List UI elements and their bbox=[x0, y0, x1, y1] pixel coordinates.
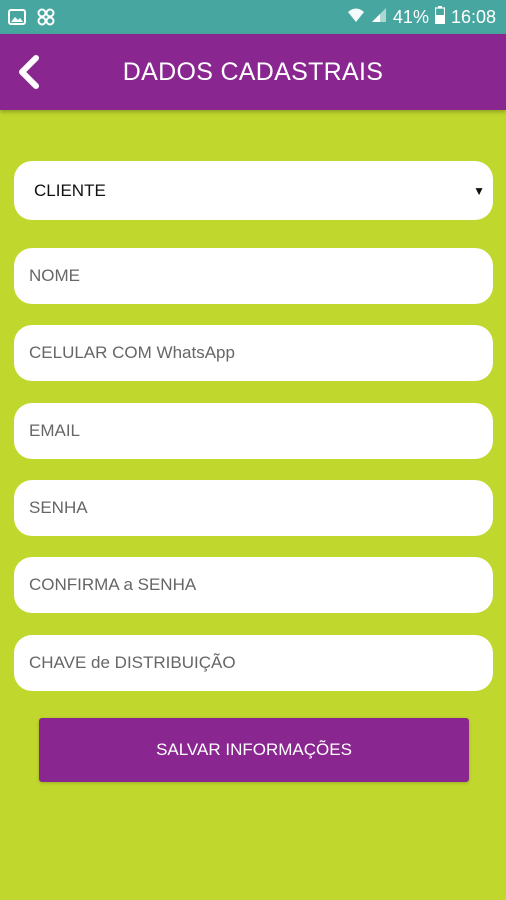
distribution-key-field[interactable]: CHAVE de DISTRIBUIÇÃO bbox=[14, 635, 493, 691]
gallery-icon bbox=[8, 8, 26, 31]
status-bar-left bbox=[8, 8, 56, 31]
distribution-key-placeholder: CHAVE de DISTRIBUIÇÃO bbox=[29, 653, 236, 672]
confirm-password-placeholder: CONFIRMA a SENHA bbox=[29, 575, 197, 594]
name-field[interactable]: NOME bbox=[14, 248, 493, 304]
phone-field[interactable]: CELULAR COM WhatsApp bbox=[14, 325, 493, 381]
confirm-password-field[interactable]: CONFIRMA a SENHA bbox=[14, 557, 493, 613]
name-placeholder: NOME bbox=[29, 266, 80, 285]
signal-icon bbox=[371, 7, 387, 28]
account-type-value: CLIENTE bbox=[34, 180, 106, 200]
status-bar-right: 41% 16:08 bbox=[347, 0, 496, 34]
wifi-icon bbox=[347, 7, 365, 28]
battery-icon bbox=[434, 5, 446, 29]
save-button-label: SALVAR INFORMAÇÕES bbox=[156, 740, 352, 759]
account-type-select[interactable]: CLIENTE ▼ bbox=[14, 161, 493, 220]
page-title: DADOS CADASTRAIS bbox=[122, 58, 384, 86]
email-placeholder: EMAIL bbox=[29, 421, 81, 440]
clock: 16:08 bbox=[450, 6, 496, 27]
dropdown-arrow-icon: ▼ bbox=[473, 183, 485, 198]
status-bar: 41% 16:08 bbox=[0, 0, 506, 34]
battery-percent: 41% bbox=[392, 6, 429, 27]
phone-placeholder: CELULAR COM WhatsApp bbox=[29, 343, 235, 362]
password-placeholder: SENHA bbox=[29, 498, 88, 517]
app-notification-icon bbox=[36, 8, 56, 31]
save-button[interactable]: SALVAR INFORMAÇÕES bbox=[39, 718, 469, 782]
password-field[interactable]: SENHA bbox=[14, 480, 493, 536]
app-bar: DADOS CADASTRAIS bbox=[0, 34, 506, 110]
email-field[interactable]: EMAIL bbox=[14, 403, 493, 459]
